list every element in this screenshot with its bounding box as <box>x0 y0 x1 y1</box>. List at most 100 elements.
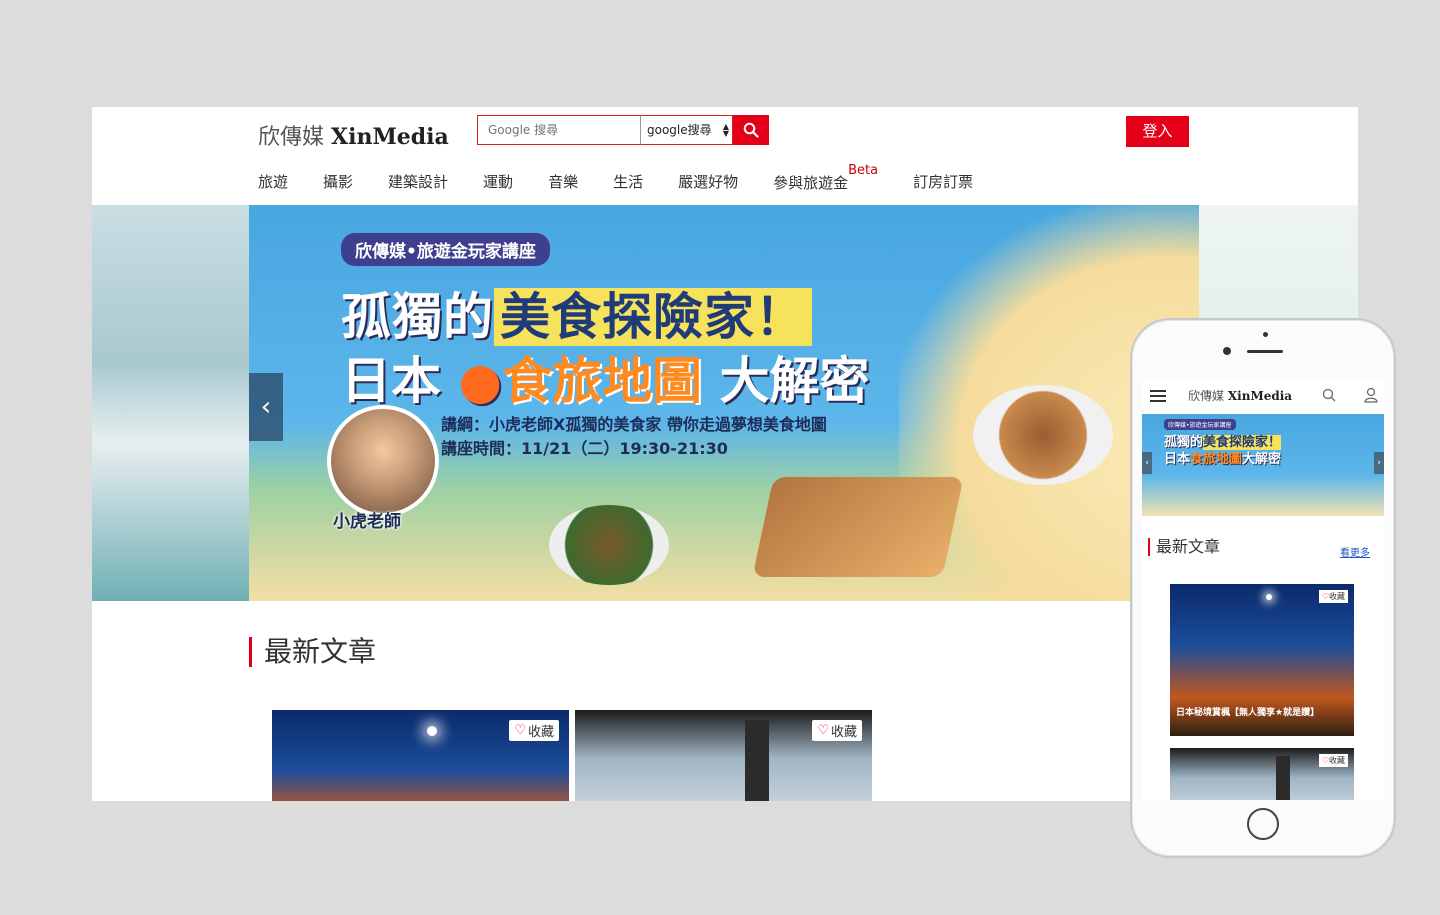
mobile-header: 欣傳媒 XinMedia <box>1142 380 1384 413</box>
see-more-link[interactable]: 看更多 <box>1340 544 1370 559</box>
nav-item-booking[interactable]: 訂房訂票 <box>913 171 973 193</box>
hero-prev-slide-image <box>92 205 249 601</box>
logo-cn: 欣傳媒 <box>1188 389 1225 403</box>
user-icon[interactable] <box>1364 387 1378 403</box>
section-title: 最新文章 <box>249 637 376 667</box>
logo-en: XinMedia <box>331 124 449 150</box>
beta-badge: Beta <box>848 163 879 178</box>
login-button[interactable]: 登入 <box>1126 116 1189 147</box>
banner-tag: 欣傳媒•旅遊金玩家講座 <box>341 233 550 266</box>
nav-label: 嚴選好物 <box>678 173 739 191</box>
banner-tag: 欣傳媒•旅遊金玩家講座 <box>1164 419 1236 430</box>
banner-info-time: 講座時間：11/21（二）19:30-21:30 <box>441 439 728 458</box>
article-card[interactable]: ♡ 收藏 <box>575 710 872 801</box>
favorite-label: 收藏 <box>1329 756 1345 765</box>
nav-label: 音樂 <box>548 173 579 191</box>
mobile-screen: 欣傳媒 XinMedia 欣傳媒•旅遊金玩家講座 孤獨的美食探險家！ 日本食旅地… <box>1142 380 1384 800</box>
speaker-name: 小虎老師 <box>333 512 401 532</box>
banner-headline-1: 孤獨的美食探險家！ <box>341 277 812 349</box>
mobile-device-frame: 欣傳媒 XinMedia 欣傳媒•旅遊金玩家講座 孤獨的美食探險家！ 日本食旅地… <box>1130 318 1396 858</box>
search-bar: google搜尋 ▲▼ <box>477 115 769 145</box>
heart-icon: ♡ <box>1321 756 1329 765</box>
phone-sensor <box>1263 332 1268 337</box>
sushi-image <box>752 477 964 577</box>
carousel-prev-button[interactable]: ‹ <box>249 373 283 441</box>
search-engine-value: google搜尋 <box>647 123 712 137</box>
article-card[interactable]: ♡ 收藏 <box>272 710 569 801</box>
headline-text: 大解密 <box>1242 452 1282 467</box>
headline-highlight: 美食探險家！ <box>494 288 812 346</box>
nav-label: 生活 <box>613 173 644 191</box>
main-nav: 旅遊 攝影 建築設計 運動 音樂 生活 嚴選好物 參與旅遊金Beta 訂房訂票 <box>258 163 1008 193</box>
mobile-hero-banner[interactable]: 欣傳媒•旅遊金玩家講座 孤獨的美食探險家！ 日本食旅地圖大解密 ‹ › <box>1142 414 1384 516</box>
headline-highlight: 食旅地圖 <box>1190 452 1243 467</box>
phone-speaker <box>1247 350 1283 353</box>
nav-item-photography[interactable]: 攝影 <box>323 171 353 193</box>
mobile-section-title: 最新文章 <box>1148 538 1220 556</box>
article-caption: 日本秘境賞楓【無人獨享★就是讚】 <box>1176 708 1320 718</box>
nav-item-shop[interactable]: 嚴選好物 <box>678 171 738 193</box>
favorite-label: 收藏 <box>830 725 857 740</box>
moon-image <box>1266 594 1272 600</box>
nav-label: 攝影 <box>323 173 354 191</box>
mobile-carousel-next[interactable]: › <box>1374 452 1384 474</box>
select-arrows-icon: ▲ ▼ <box>722 122 729 138</box>
nav-label: 旅遊 <box>258 173 289 191</box>
search-engine-select[interactable]: google搜尋 ▲ ▼ <box>640 115 733 145</box>
nav-item-architecture[interactable]: 建築設計 <box>388 171 448 193</box>
mobile-logo[interactable]: 欣傳媒 XinMedia <box>1188 387 1292 404</box>
headline-text: 日本 <box>341 352 441 410</box>
mobile-article-card[interactable]: ♡收藏 <box>1170 748 1354 800</box>
moon-image <box>427 726 437 736</box>
nav-label: 參與旅遊金 <box>773 174 849 192</box>
nav-item-travel[interactable]: 旅遊 <box>258 171 288 193</box>
hamburger-menu-icon[interactable] <box>1150 390 1166 402</box>
mobile-carousel-prev[interactable]: ‹ <box>1142 452 1152 474</box>
phone-camera <box>1223 347 1231 355</box>
headline-text: 孤獨的 <box>341 288 494 346</box>
favorite-button[interactable]: ♡ 收藏 <box>812 720 862 741</box>
heart-icon: ♡ <box>817 723 829 738</box>
food-plate-image <box>973 385 1113 485</box>
favorite-button[interactable]: ♡收藏 <box>1318 754 1348 767</box>
nav-label: 訂房訂票 <box>913 173 974 191</box>
mobile-article-card[interactable]: ♡收藏 日本秘境賞楓【無人獨享★就是讚】 <box>1170 584 1354 736</box>
favorite-button[interactable]: ♡ 收藏 <box>509 720 559 741</box>
headline-highlight: 食旅地圖 <box>502 352 703 410</box>
favorite-label: 收藏 <box>1329 592 1345 601</box>
search-icon[interactable] <box>1322 388 1336 402</box>
heart-icon: ♡ <box>1321 592 1329 601</box>
chevron-left-icon: ‹ <box>260 392 272 422</box>
chevron-left-icon: ‹ <box>1145 458 1149 468</box>
heart-icon: ♡ <box>514 723 526 738</box>
pillar-image <box>1276 756 1290 800</box>
nav-item-music[interactable]: 音樂 <box>548 171 578 193</box>
nav-item-travel-fund[interactable]: 參與旅遊金Beta <box>773 163 878 193</box>
speaker-avatar <box>327 405 439 517</box>
nav-label: 建築設計 <box>388 173 449 191</box>
headline-text: 日本 <box>1164 452 1191 467</box>
hero-banner[interactable]: 欣傳媒•旅遊金玩家講座 孤獨的 美食探險家！ 日本 ●食旅地圖 大解密 講綱：小虎… <box>249 205 1199 601</box>
site-header: 欣傳媒 XinMedia google搜尋 ▲▼ 登入 旅遊 攝影 建築設計 運… <box>92 107 1358 205</box>
search-icon <box>743 122 759 138</box>
nav-label: 運動 <box>483 173 514 191</box>
pillar-image <box>745 720 769 801</box>
banner-headline-2: 日本食旅地圖大解密 <box>1164 448 1281 467</box>
logo-en: XinMedia <box>1227 389 1293 403</box>
chevron-right-icon: › <box>1377 458 1381 468</box>
search-input[interactable] <box>477 115 640 145</box>
map-pin-icon: ● <box>458 352 503 410</box>
home-button[interactable] <box>1247 808 1279 840</box>
site-logo[interactable]: 欣傳媒 XinMedia <box>258 119 449 151</box>
favorite-button[interactable]: ♡收藏 <box>1318 590 1348 603</box>
banner-headline-2: 日本 ●食旅地圖 大解密 <box>341 341 869 413</box>
banner-info-outline: 講綱：小虎老師X孤獨的美食家 帶你走過夢想美食地圖 <box>441 415 827 434</box>
food-bowl-image <box>549 505 669 585</box>
search-button[interactable] <box>733 115 769 145</box>
nav-item-sports[interactable]: 運動 <box>483 171 513 193</box>
headline-text: 大解密 <box>719 352 870 410</box>
favorite-label: 收藏 <box>527 725 554 740</box>
banner-info: 講綱：小虎老師X孤獨的美食家 帶你走過夢想美食地圖 講座時間：11/21（二）1… <box>441 413 827 461</box>
logo-cn: 欣傳媒 <box>258 125 325 150</box>
nav-item-life[interactable]: 生活 <box>613 171 643 193</box>
